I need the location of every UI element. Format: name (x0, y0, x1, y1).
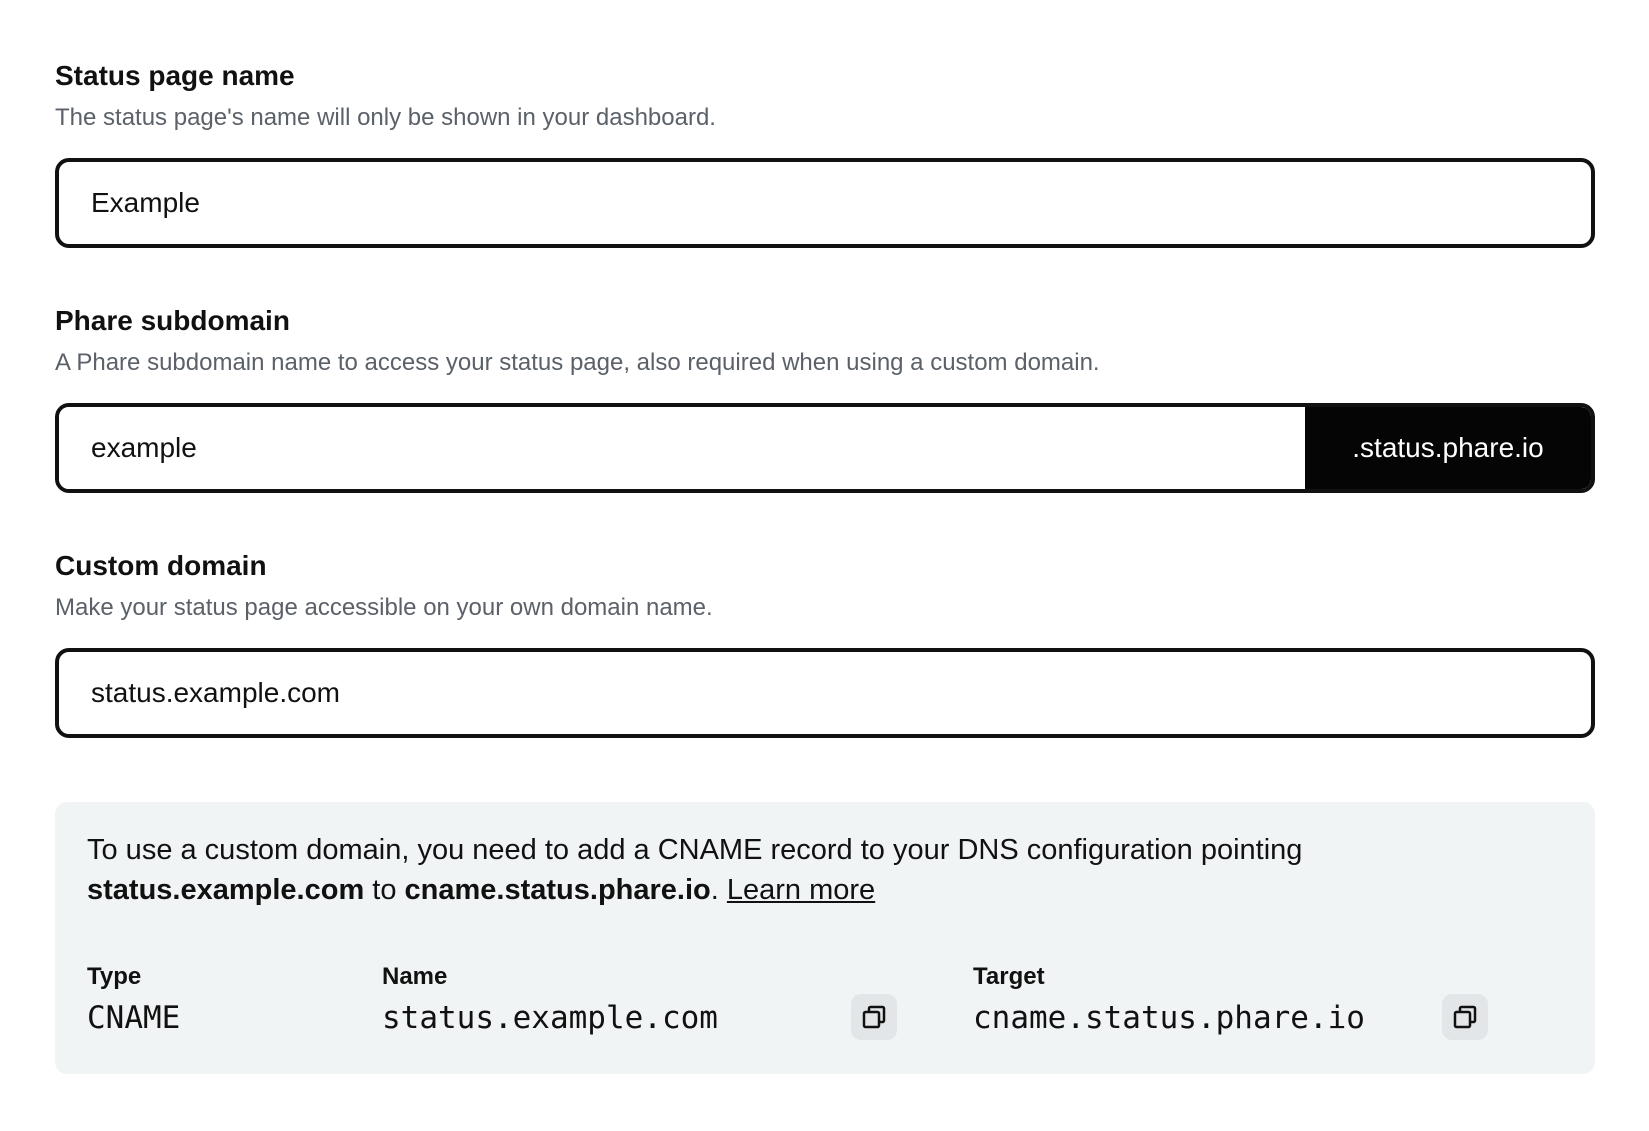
copy-name-button[interactable] (851, 994, 897, 1040)
dns-name-value: status.example.com (382, 1000, 718, 1036)
subdomain-input[interactable]: example (59, 407, 1305, 489)
status-page-settings: Status page name The status page's name … (0, 0, 1649, 1131)
cname-info-box: To use a custom domain, you need to add … (55, 802, 1595, 1074)
subdomain-input-group: example .status.phare.io (55, 403, 1595, 493)
subdomain-label: Phare subdomain (55, 305, 290, 336)
dns-record-table: Type CNAME Name status.example.com Targe… (87, 962, 1563, 1052)
status-page-name-input[interactable]: Example (55, 158, 1595, 248)
subdomain-suffix: .status.phare.io (1305, 407, 1591, 489)
custom-domain-value: status.example.com (91, 677, 340, 708)
custom-domain-label: Custom domain (55, 550, 267, 581)
cname-to-text: to (364, 874, 405, 906)
dns-type-value: CNAME (87, 1000, 181, 1036)
copy-icon (862, 1005, 886, 1029)
dns-name-header: Name (382, 963, 448, 990)
subdomain-field: Phare subdomain A Phare subdomain name t… (55, 303, 1595, 493)
learn-more-link[interactable]: Learn more (727, 874, 875, 906)
dns-name-column: Name status.example.com (382, 962, 718, 1038)
copy-icon (1453, 1005, 1477, 1029)
cname-instructions-text: To use a custom domain, you need to add … (87, 834, 1303, 866)
subdomain-description: A Phare subdomain name to access your st… (55, 349, 1100, 376)
status-page-name-description: The status page's name will only be show… (55, 104, 716, 131)
dns-target-value: cname.status.phare.io (973, 1000, 1365, 1036)
status-page-name-label: Status page name (55, 60, 295, 91)
custom-domain-description: Make your status page accessible on your… (55, 594, 713, 621)
dns-target-header: Target (973, 963, 1045, 990)
dns-type-column: Type CNAME (87, 962, 180, 1038)
cname-period: . (710, 874, 727, 906)
status-page-name-value: Example (91, 187, 200, 218)
cname-instructions: To use a custom domain, you need to add … (87, 830, 1563, 910)
custom-domain-field: Custom domain Make your status page acce… (55, 548, 1595, 738)
cname-domain: status.example.com (87, 874, 365, 906)
status-page-name-field: Status page name The status page's name … (55, 58, 1595, 248)
dns-type-header: Type (87, 963, 142, 990)
custom-domain-input[interactable]: status.example.com (55, 648, 1595, 738)
copy-target-button[interactable] (1442, 994, 1488, 1040)
subdomain-value: example (91, 432, 197, 463)
cname-target: cname.status.phare.io (404, 874, 711, 906)
dns-target-column: Target cname.status.phare.io (973, 962, 1365, 1038)
